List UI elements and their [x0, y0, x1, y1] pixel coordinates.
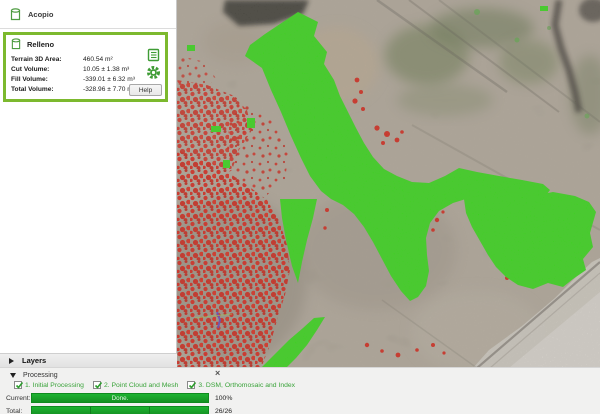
- divider: [0, 28, 176, 29]
- total-progressbar: [31, 406, 209, 414]
- total-progress-label: Total:: [6, 408, 31, 414]
- volume-panel-relleno[interactable]: Relleno Terrain 3D Area: 460.54 m² Cut V…: [3, 32, 168, 102]
- measurement-value: -328.96 ± 7.70 m³: [83, 85, 135, 95]
- expand-right-icon: [9, 358, 14, 364]
- measurement-label: Terrain 3D Area:: [11, 55, 83, 65]
- measurement-label: Fill Volume:: [11, 75, 83, 85]
- table-row: Terrain 3D Area: 460.54 m²: [11, 55, 136, 65]
- processing-title: Processing: [23, 372, 58, 379]
- help-button[interactable]: Help: [129, 84, 162, 96]
- close-icon[interactable]: ×: [215, 369, 220, 378]
- measurement-label: Total Volume:: [11, 85, 83, 95]
- processing-steps: 1. Initial Processing 2. Point Cloud and…: [14, 381, 295, 389]
- current-percent: 100%: [215, 395, 232, 402]
- collapse-down-icon: [10, 373, 16, 378]
- progress-segment: [91, 407, 150, 414]
- measurement-label: Cut Volume:: [11, 65, 83, 75]
- photogrammetry-app-window: Acopio Relleno Terrain 3D Area: 460.54 m…: [0, 0, 600, 414]
- sidebar-item-acopio[interactable]: Acopio: [0, 3, 176, 26]
- map-viewport[interactable]: [177, 0, 600, 367]
- orthomosaic-view: [177, 0, 600, 367]
- sidebar-item-label: Acopio: [28, 10, 53, 19]
- processing-panel: Processing × 1. Initial Processing 2. Po…: [0, 367, 600, 414]
- progress-segment: [150, 407, 208, 414]
- settings-gear-icon[interactable]: [146, 65, 161, 80]
- volume-panel-header[interactable]: Relleno: [6, 35, 165, 53]
- progress-segment: [32, 407, 91, 414]
- current-progress-label: Current:: [6, 395, 31, 402]
- volume-cylinder-icon: [11, 38, 21, 51]
- checkbox-checked-icon[interactable]: [14, 381, 22, 389]
- step-label: 3. DSM, Orthomosaic and Index: [198, 382, 295, 389]
- progressbar-status-text: Done.: [32, 394, 208, 402]
- table-row: Cut Volume: 10.05 ± 1.38 m³: [11, 65, 136, 75]
- objects-sidebar: Acopio Relleno Terrain 3D Area: 460.54 m…: [0, 0, 177, 367]
- noise-texture: [177, 0, 600, 367]
- layers-label: Layers: [22, 356, 46, 365]
- processing-header[interactable]: Processing: [0, 370, 58, 380]
- measurement-value: 460.54 m²: [83, 55, 113, 65]
- checkbox-checked-icon[interactable]: [93, 381, 101, 389]
- measurement-value: 10.05 ± 1.38 m³: [83, 65, 129, 75]
- volume-panel-title: Relleno: [27, 40, 54, 49]
- step-label: 2. Point Cloud and Mesh: [104, 382, 178, 389]
- step-initial-processing[interactable]: 1. Initial Processing: [14, 381, 84, 389]
- copy-to-clipboard-icon[interactable]: [147, 48, 160, 62]
- step-dsm-orthomosaic-index[interactable]: 3. DSM, Orthomosaic and Index: [187, 381, 295, 389]
- measurement-table: Terrain 3D Area: 460.54 m² Cut Volume: 1…: [11, 55, 136, 95]
- layers-collapsed-bar[interactable]: Layers: [0, 353, 177, 367]
- checkbox-checked-icon[interactable]: [187, 381, 195, 389]
- current-progressbar: Done.: [31, 393, 209, 403]
- table-row: Fill Volume: -339.01 ± 6.32 m³: [11, 75, 136, 85]
- measurement-value: -339.01 ± 6.32 m³: [83, 75, 135, 85]
- step-label: 1. Initial Processing: [25, 382, 84, 389]
- volume-cylinder-icon: [10, 8, 21, 22]
- table-row: Total Volume: -328.96 ± 7.70 m³: [11, 85, 136, 95]
- step-point-cloud-mesh[interactable]: 2. Point Cloud and Mesh: [93, 381, 178, 389]
- total-count: 26/26: [215, 408, 232, 414]
